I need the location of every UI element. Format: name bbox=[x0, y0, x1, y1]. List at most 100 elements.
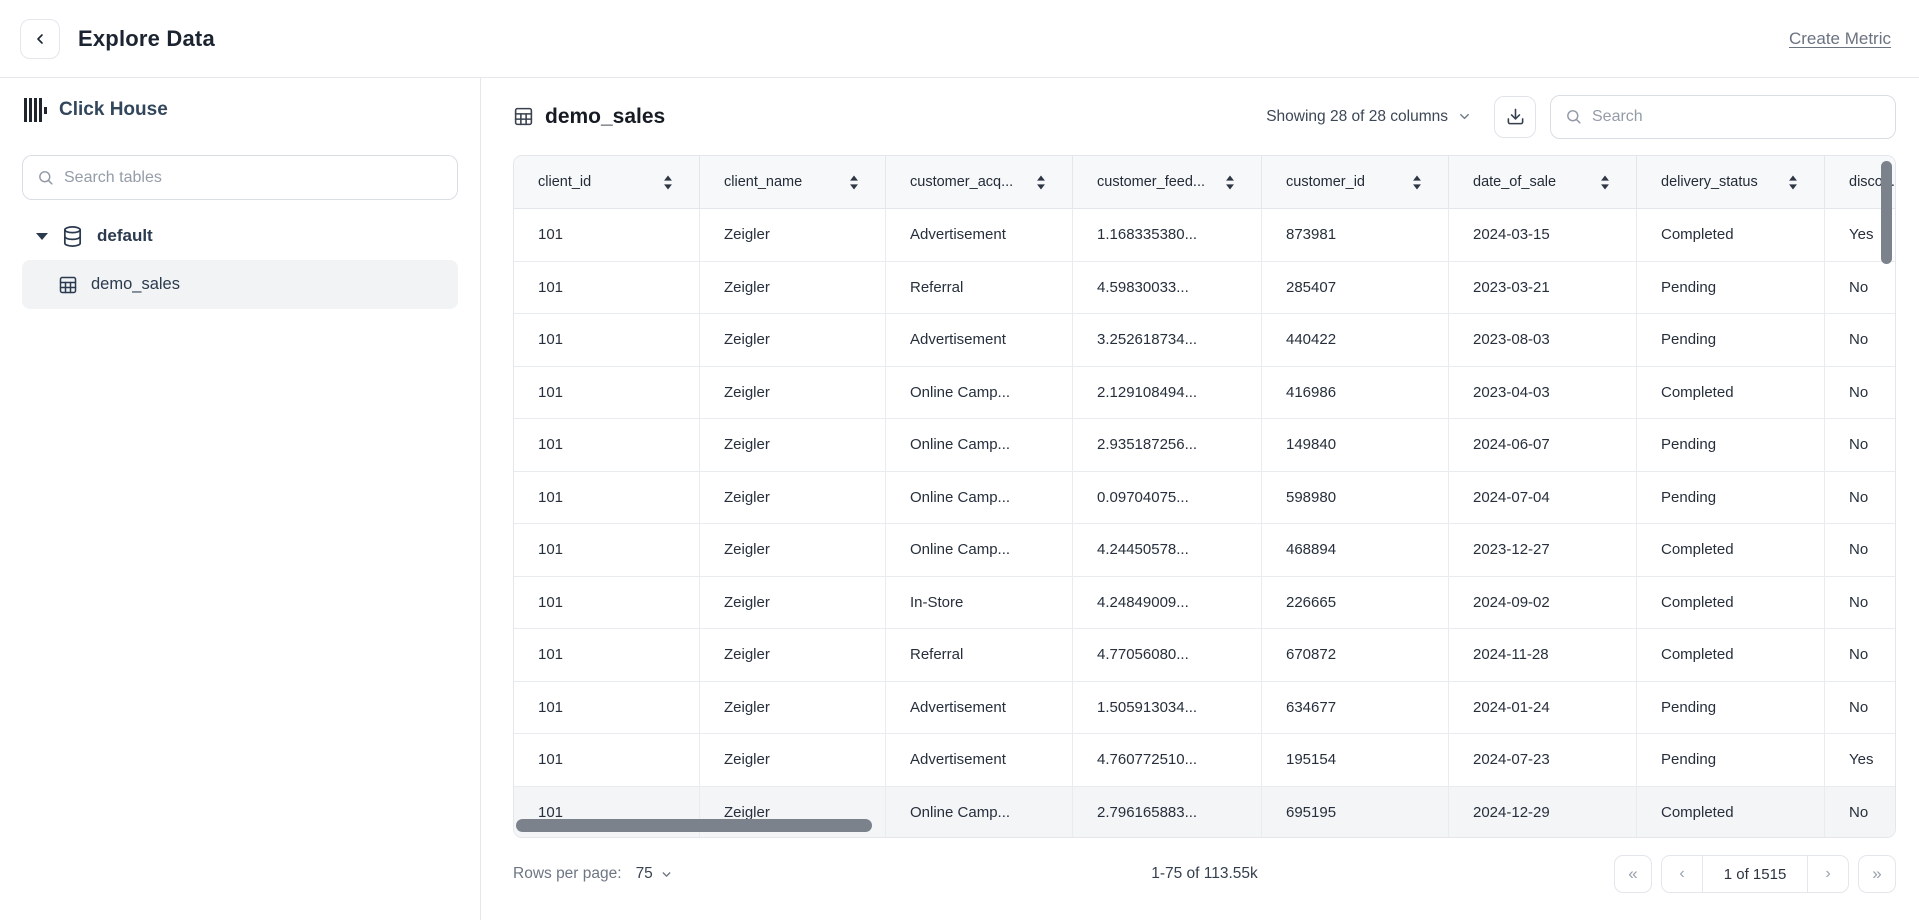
sidebar-item-demo-sales[interactable]: demo_sales bbox=[22, 260, 458, 309]
chevron-down-icon bbox=[1457, 109, 1472, 124]
table-cell: 1.168335380... bbox=[1073, 209, 1262, 261]
table-row[interactable]: 101ZeiglerAdvertisement1.505913034...634… bbox=[514, 682, 1895, 735]
data-search-input[interactable] bbox=[1592, 108, 1881, 126]
table-row[interactable]: 101ZeiglerIn-Store4.24849009...226665202… bbox=[514, 577, 1895, 630]
main-header: demo_sales Showing 28 of 28 columns bbox=[513, 78, 1896, 155]
last-page-button[interactable]: » bbox=[1858, 855, 1896, 893]
table-cell: 149840 bbox=[1262, 419, 1449, 471]
column-header-delivery_status[interactable]: delivery_status bbox=[1637, 156, 1825, 208]
table-cell: Online Camp... bbox=[886, 787, 1073, 839]
column-header-client_id[interactable]: client_id bbox=[514, 156, 700, 208]
column-header-label: customer_acq... bbox=[910, 174, 1013, 190]
sidebar-item-database-default[interactable]: default bbox=[22, 218, 458, 254]
table-row[interactable]: 101ZeiglerOnline Camp...2.935187256...14… bbox=[514, 419, 1895, 472]
connection-name: Click House bbox=[59, 99, 168, 121]
main-panel: demo_sales Showing 28 of 28 columns clie… bbox=[481, 78, 1919, 920]
table-cell: 0.09704075... bbox=[1073, 472, 1262, 524]
table-cell: Zeigler bbox=[700, 209, 886, 261]
column-header-client_name[interactable]: client_name bbox=[700, 156, 886, 208]
vertical-scrollbar[interactable] bbox=[1881, 161, 1892, 264]
sort-icon[interactable] bbox=[663, 175, 673, 190]
back-button[interactable] bbox=[20, 19, 60, 59]
sort-icon[interactable] bbox=[1788, 175, 1798, 190]
page-indicator: 1 of 1515 bbox=[1702, 856, 1808, 892]
sort-icon[interactable] bbox=[849, 175, 859, 190]
table-cell: 2024-11-28 bbox=[1449, 629, 1637, 681]
table-cell: Zeigler bbox=[700, 577, 886, 629]
column-header-label: client_id bbox=[538, 174, 591, 190]
database-name: default bbox=[97, 226, 153, 246]
table-row[interactable]: 101ZeiglerOnline Camp...4.24450578...468… bbox=[514, 524, 1895, 577]
table-cell: 2.935187256... bbox=[1073, 419, 1262, 471]
table-cell: No bbox=[1825, 314, 1896, 366]
table-cell: Yes bbox=[1825, 734, 1896, 786]
table-cell: 226665 bbox=[1262, 577, 1449, 629]
horizontal-scrollbar[interactable] bbox=[516, 819, 872, 832]
table-cell: 101 bbox=[514, 524, 700, 576]
table-cell: Zeigler bbox=[700, 524, 886, 576]
table-cell: Pending bbox=[1637, 682, 1825, 734]
table-cell: 598980 bbox=[1262, 472, 1449, 524]
table-row[interactable]: 101ZeiglerOnline Camp...2.129108494...41… bbox=[514, 367, 1895, 420]
sort-icon[interactable] bbox=[1412, 175, 1422, 190]
columns-summary-text: Showing 28 of 28 columns bbox=[1266, 108, 1448, 126]
table-search-box bbox=[22, 155, 458, 200]
table-row[interactable]: 101ZeiglerAdvertisement1.168335380...873… bbox=[514, 209, 1895, 262]
sort-icon[interactable] bbox=[1036, 175, 1046, 190]
search-icon bbox=[37, 169, 54, 186]
download-button[interactable] bbox=[1494, 96, 1536, 138]
table-cell: 468894 bbox=[1262, 524, 1449, 576]
clickhouse-logo-icon bbox=[24, 98, 47, 122]
connection-header: Click House bbox=[22, 95, 458, 125]
table-cell: No bbox=[1825, 419, 1896, 471]
table-cell: Zeigler bbox=[700, 472, 886, 524]
table-cell: 695195 bbox=[1262, 787, 1449, 839]
prev-page-button[interactable]: ‹ bbox=[1662, 856, 1702, 892]
table-cell: 101 bbox=[514, 472, 700, 524]
chevron-down-icon bbox=[660, 868, 673, 881]
download-icon bbox=[1506, 107, 1525, 126]
table-cell: 101 bbox=[514, 734, 700, 786]
table-grid-icon bbox=[58, 275, 78, 295]
columns-dropdown[interactable]: Showing 28 of 28 columns bbox=[1266, 108, 1472, 126]
table-cell: Completed bbox=[1637, 209, 1825, 261]
sort-icon[interactable] bbox=[1600, 175, 1610, 190]
table-row[interactable]: 101ZeiglerAdvertisement3.252618734...440… bbox=[514, 314, 1895, 367]
first-page-button[interactable]: « bbox=[1614, 855, 1652, 893]
table-row[interactable]: 101ZeiglerOnline Camp...0.09704075...598… bbox=[514, 472, 1895, 525]
rows-per-page-select[interactable]: 75 bbox=[636, 865, 673, 883]
table-cell: Completed bbox=[1637, 367, 1825, 419]
table-cell: Pending bbox=[1637, 314, 1825, 366]
table-cell: 2023-03-21 bbox=[1449, 262, 1637, 314]
table-row[interactable]: 101ZeiglerReferral4.77056080...670872202… bbox=[514, 629, 1895, 682]
table-cell: 101 bbox=[514, 262, 700, 314]
table-cell: Online Camp... bbox=[886, 472, 1073, 524]
table-cell: 2024-06-07 bbox=[1449, 419, 1637, 471]
table-cell: Pending bbox=[1637, 734, 1825, 786]
next-page-button[interactable]: › bbox=[1808, 856, 1848, 892]
sort-icon[interactable] bbox=[1225, 175, 1235, 190]
table-cell: Zeigler bbox=[700, 682, 886, 734]
create-metric-link[interactable]: Create Metric bbox=[1789, 29, 1891, 49]
table-cell: 2024-12-29 bbox=[1449, 787, 1637, 839]
column-header-customer_feed[interactable]: customer_feed... bbox=[1073, 156, 1262, 208]
table-cell: 2.129108494... bbox=[1073, 367, 1262, 419]
table-cell: No bbox=[1825, 577, 1896, 629]
table-cell: Advertisement bbox=[886, 209, 1073, 261]
table-cell: 440422 bbox=[1262, 314, 1449, 366]
table-cell: No bbox=[1825, 472, 1896, 524]
page-nav-group: ‹ 1 of 1515 › bbox=[1661, 855, 1849, 893]
table-cell: Zeigler bbox=[700, 314, 886, 366]
table-cell: Zeigler bbox=[700, 262, 886, 314]
table-search-input[interactable] bbox=[64, 169, 443, 187]
table-row[interactable]: 101ZeiglerReferral4.59830033...285407202… bbox=[514, 262, 1895, 315]
table-cell: Zeigler bbox=[700, 734, 886, 786]
column-header-customer_id[interactable]: customer_id bbox=[1262, 156, 1449, 208]
table-row[interactable]: 101ZeiglerAdvertisement4.760772510...195… bbox=[514, 734, 1895, 787]
table-footer: Rows per page: 75 1-75 of 113.55k « ‹ 1 … bbox=[513, 850, 1896, 898]
table-cell: Pending bbox=[1637, 419, 1825, 471]
table-cell: Zeigler bbox=[700, 367, 886, 419]
table-cell: No bbox=[1825, 262, 1896, 314]
column-header-date_of_sale[interactable]: date_of_sale bbox=[1449, 156, 1637, 208]
column-header-customer_acq[interactable]: customer_acq... bbox=[886, 156, 1073, 208]
